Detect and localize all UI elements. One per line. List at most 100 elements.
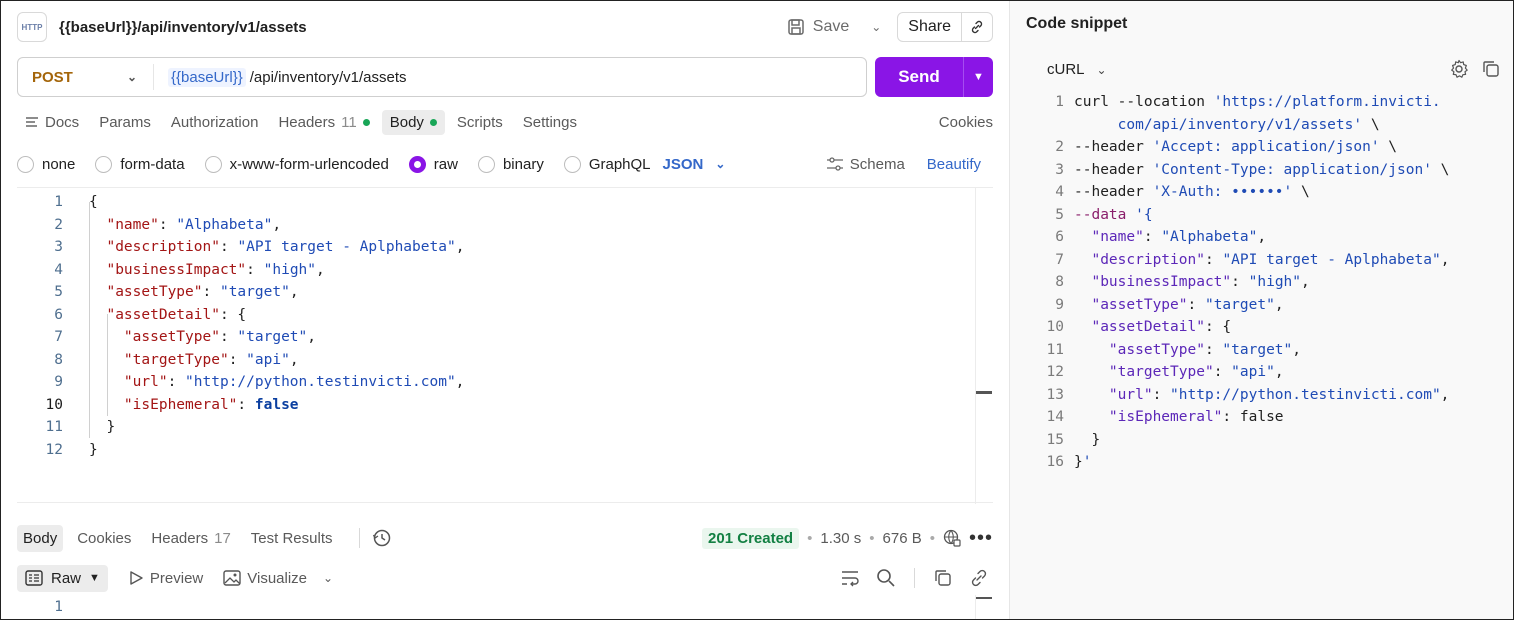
editor-line[interactable]: 12} [17, 439, 98, 461]
search-icon[interactable] [876, 568, 896, 588]
wrap-lines-icon[interactable] [840, 569, 860, 587]
response-tabs: Body Cookies Headers 17 Test Results 201 … [17, 523, 993, 553]
response-headers-count: 17 [214, 529, 231, 547]
more-options-icon[interactable]: ••• [969, 527, 993, 550]
share-group: Share [897, 12, 993, 42]
response-meta: 201 Created • 1.30 s • 676 B • ••• [702, 527, 993, 550]
network-globe-icon[interactable] [943, 529, 961, 547]
snippet-code-text: "description": "API target - Aplphabeta"… [1091, 251, 1450, 268]
send-button[interactable]: Send [875, 67, 963, 87]
editor-line[interactable]: 10 "isEphemeral": false [17, 394, 299, 416]
scrollbar-thumb[interactable] [976, 597, 992, 599]
snippet-line-number: 16 [1046, 454, 1064, 470]
mode-urlencoded[interactable]: x-www-form-urlencoded [204, 155, 389, 173]
snippet-line-number: 5 [1055, 206, 1064, 223]
body-editor[interactable]: 1{2 "name": "Alphabeta", 3 "description":… [17, 187, 993, 504]
response-size[interactable]: 676 B [883, 530, 922, 547]
radio-raw[interactable] [408, 155, 426, 173]
save-button[interactable]: Save [781, 14, 855, 40]
snippet-line: 7 "description": "API target - Aplphabet… [1034, 249, 1449, 271]
response-scrollbar[interactable] [975, 595, 993, 619]
request-title[interactable]: {{baseUrl}}/api/inventory/v1/assets [59, 19, 307, 36]
view-mode-select[interactable]: Raw ▼ [17, 564, 108, 592]
beautify-button[interactable]: Beautify [927, 156, 981, 173]
editor-line[interactable]: 7 "assetType": "target", [17, 326, 316, 348]
divider [358, 528, 360, 548]
language-label: cURL [1047, 61, 1085, 78]
url-input[interactable]: {{baseUrl}} /api/inventory/v1/assets [168, 67, 406, 87]
history-icon[interactable] [372, 528, 392, 548]
snippet-line: 6 "name": "Alphabeta", [1034, 226, 1266, 248]
snippet-code-text: }' [1074, 454, 1092, 470]
mode-form-data[interactable]: form-data [95, 155, 185, 173]
editor-line[interactable]: 6 "assetDetail": { [17, 304, 246, 326]
tab-params[interactable]: Params [91, 110, 159, 135]
line-number: 3 [54, 239, 63, 255]
radio-urlencoded[interactable] [204, 155, 222, 173]
editor-line[interactable]: 2 "name": "Alphabeta", [17, 214, 281, 236]
tab-settings[interactable]: Settings [515, 110, 585, 135]
settings-gear-icon[interactable] [1449, 59, 1469, 79]
tab-authorization[interactable]: Authorization [163, 110, 267, 135]
editor-line[interactable]: 4 "businessImpact": "high", [17, 259, 324, 281]
response-tab-cookies[interactable]: Cookies [71, 525, 137, 552]
tab-body[interactable]: Body [381, 109, 445, 135]
scrollbar-thumb[interactable] [976, 391, 992, 394]
code-text: "assetType": "target", [106, 284, 299, 300]
link-icon[interactable] [969, 568, 989, 588]
cookies-link[interactable]: Cookies [939, 114, 993, 131]
body-format-select[interactable]: JSON ⌄ [663, 156, 726, 173]
send-options-chevron-icon[interactable]: ▼ [963, 57, 993, 97]
snippet-line: 4 --header 'X-Auth: ••••••' \ [1034, 181, 1309, 203]
chevron-down-icon[interactable]: ⌄ [323, 571, 333, 585]
tab-scripts[interactable]: Scripts [449, 110, 511, 135]
mode-none[interactable]: none [17, 155, 75, 173]
snippet-line-number: 6 [1055, 229, 1064, 245]
headers-count: 11 [341, 113, 357, 131]
snippet-line-number: 9 [1055, 296, 1064, 313]
mode-graphql[interactable]: GraphQL [563, 155, 651, 173]
save-options-chevron-icon[interactable]: ⌄ [861, 20, 891, 34]
editor-line[interactable]: 9 "url": "http://python.testinvicti.com"… [17, 371, 464, 393]
editor-scrollbar[interactable] [975, 188, 993, 504]
response-tab-headers[interactable]: Headers 17 [145, 525, 236, 552]
snippet-line: 11 "assetType": "target", [1034, 339, 1301, 361]
response-tab-test-results-label: Test Results [250, 529, 333, 547]
radio-none[interactable] [17, 155, 34, 173]
snippet-line: 10 "assetDetail": { [1034, 316, 1232, 338]
line-number: 2 [54, 216, 63, 233]
language-select[interactable]: cURL ⌄ [1047, 61, 1107, 78]
mode-raw[interactable]: raw [408, 155, 458, 173]
response-time[interactable]: 1.30 s [820, 530, 861, 547]
url-variable[interactable]: {{baseUrl}} [168, 67, 246, 87]
editor-line[interactable]: 11 } [17, 416, 116, 438]
copy-link-icon[interactable] [962, 19, 992, 35]
snippet-line: 8 "businessImpact": "high", [1034, 271, 1309, 293]
snippet-title: Code snippet [1026, 15, 1128, 32]
radio-graphql[interactable] [563, 155, 581, 173]
editor-line[interactable]: 3 "description": "API target - Aplphabet… [17, 236, 464, 258]
body-indicator-dot [429, 118, 437, 126]
save-label: Save [812, 18, 850, 35]
code-text: "name": "Alphabeta", [106, 216, 282, 233]
response-toolbar: Raw ▼ Preview Visualize ⌄ [17, 563, 993, 593]
editor-line[interactable]: 8 "targetType": "api", [17, 349, 298, 371]
copy-snippet-icon[interactable] [1481, 59, 1501, 79]
method-select[interactable]: POST ⌄ [18, 64, 154, 90]
radio-binary[interactable] [477, 155, 495, 173]
editor-line[interactable]: 5 "assetType": "target", [17, 281, 299, 303]
tab-headers[interactable]: Headers 11 [270, 110, 377, 135]
mode-binary[interactable]: binary [477, 155, 544, 173]
body-format-label: JSON [662, 155, 704, 173]
tab-docs[interactable]: Docs [17, 110, 87, 135]
schema-button[interactable]: Schema [826, 156, 905, 173]
preview-button[interactable]: Preview [128, 570, 203, 587]
response-tab-body[interactable]: Body [17, 524, 64, 552]
share-button[interactable]: Share [898, 13, 962, 41]
visualize-button[interactable]: Visualize ⌄ [223, 570, 333, 587]
status-badge[interactable]: 201 Created [702, 527, 800, 549]
editor-line[interactable]: 1{ [17, 191, 97, 213]
copy-icon[interactable] [933, 568, 953, 588]
response-tab-test-results[interactable]: Test Results [245, 525, 339, 552]
radio-form-data[interactable] [95, 155, 113, 173]
